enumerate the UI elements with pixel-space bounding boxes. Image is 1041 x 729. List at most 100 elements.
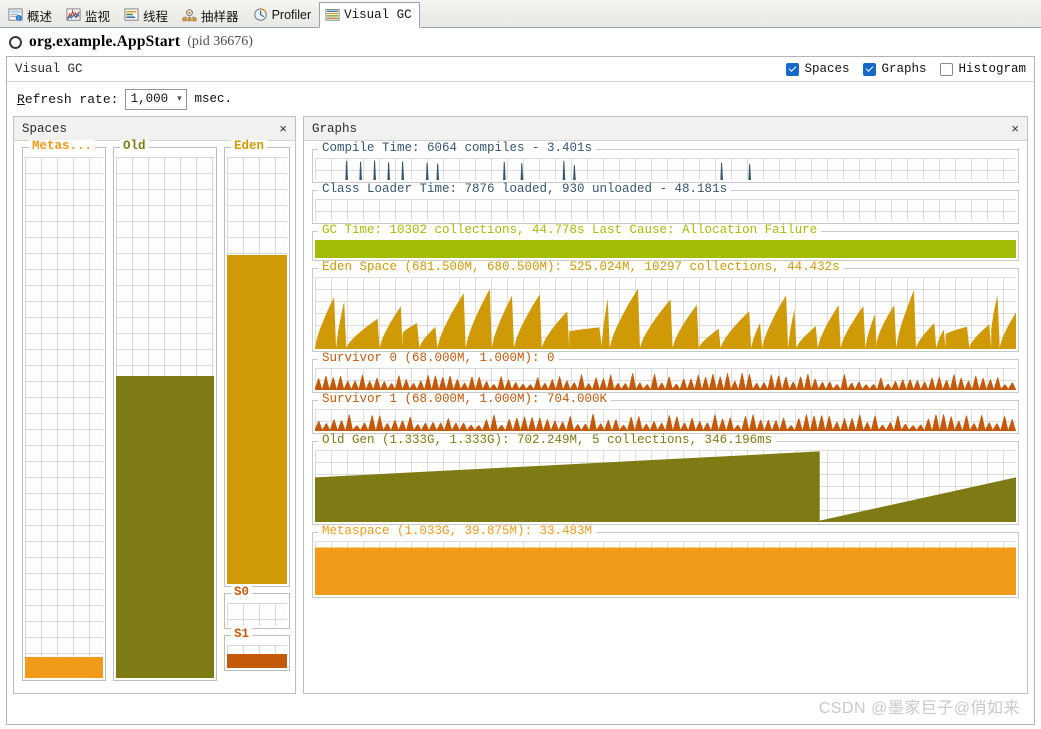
refresh-rate-value: 1,000	[130, 92, 169, 106]
graph-metaspace: Metaspace (1.033G, 39.875M): 33.483M	[312, 525, 1019, 598]
tab-label: 概述	[27, 9, 53, 24]
visual-gc-view-panel: Visual GC Spaces Graphs Histogram Refresh …	[6, 56, 1035, 725]
graph-eden-space: Eden Space (681.500M, 680.500M): 525.024…	[312, 261, 1019, 352]
graph-svg-gc-time	[315, 240, 1016, 258]
tab-sampler[interactable]: 抽样器	[176, 2, 247, 27]
space-label-survivor0: S0	[231, 586, 253, 599]
spaces-pane-header: Spaces ×	[14, 117, 295, 141]
graph-plot-compile-time	[315, 158, 1016, 180]
close-icon[interactable]: ×	[279, 122, 287, 135]
graph-label-metaspace: Metaspace (1.033G, 39.875M): 33.483M	[318, 525, 597, 538]
graph-series-survivor-1	[315, 413, 1016, 431]
space-metaspace: Metas...	[22, 140, 106, 681]
space-label-survivor1: S1	[231, 628, 253, 641]
application-header: org.example.AppStart (pid 36676)	[0, 28, 1041, 56]
checkbox-box-checked-icon[interactable]	[786, 62, 800, 76]
tab-label: Profiler	[271, 8, 312, 22]
application-pid: (pid 36676)	[187, 34, 253, 49]
close-icon[interactable]: ×	[1011, 122, 1019, 135]
tab-label: 抽样器	[201, 9, 239, 24]
graph-svg-class-loader-time	[315, 199, 1016, 221]
graph-series-compile-time	[345, 160, 752, 180]
tab-label: 监视	[85, 9, 111, 24]
profiler-clock-icon	[253, 8, 268, 22]
tab-label: 线程	[143, 9, 169, 24]
visualgc-icon	[325, 8, 340, 22]
svg-text:i: i	[18, 16, 19, 21]
space-grid-survivor0	[227, 603, 287, 626]
graph-survivor-0: Survivor 0 (68.000M, 1.000M): 0	[312, 352, 1019, 393]
graph-label-compile-time: Compile Time: 6064 compiles - 3.401s	[318, 142, 597, 155]
space-survivor0: S0	[224, 586, 290, 629]
space-label-eden: Eden	[231, 140, 268, 153]
refresh-rate-row: Refresh rate: 1,000 ▾ msec.	[7, 82, 1034, 116]
graph-old-gen: Old Gen (1.333G, 1.333G): 702.249M, 5 co…	[312, 434, 1019, 525]
checkbox-histogram[interactable]: Histogram	[940, 62, 1026, 76]
graph-plot-survivor-0	[315, 368, 1016, 390]
tab-overview[interactable]: i 概述	[2, 2, 60, 27]
spaces-pane-body: Metas... Old Eden S0 S1	[14, 140, 295, 693]
graph-svg-eden-space	[315, 288, 1016, 349]
graph-label-eden-space: Eden Space (681.500M, 680.500M): 525.024…	[318, 261, 844, 274]
ring-icon	[9, 35, 22, 49]
graph-label-old-gen: Old Gen (1.333G, 1.333G): 702.249M, 5 co…	[318, 434, 777, 447]
graphs-pane-body: Compile Time: 6064 compiles - 3.401s Clas…	[304, 141, 1027, 693]
refresh-rate-unit: msec.	[194, 92, 232, 106]
checkbox-label: Histogram	[958, 62, 1026, 76]
spaces-pane-title: Spaces	[22, 121, 68, 136]
graph-plot-metaspace	[315, 541, 1016, 595]
space-old: Old	[113, 140, 217, 681]
graph-series-gc-time	[315, 240, 1016, 258]
monitor-icon	[66, 8, 81, 22]
space-bar-old	[116, 375, 214, 678]
tab-threads[interactable]: 线程	[118, 2, 176, 27]
threads-icon	[124, 8, 139, 22]
checkbox-box-unchecked-icon[interactable]	[940, 62, 954, 76]
graph-gc-time: GC Time: 10302 collections, 44.778s Last…	[312, 224, 1019, 261]
space-label-metaspace: Metas...	[29, 140, 96, 153]
graph-plot-old-gen	[315, 450, 1016, 522]
checkbox-spaces[interactable]: Spaces	[786, 62, 849, 76]
spaces-pane: Spaces × Metas... Old Eden S0 S1	[13, 116, 296, 694]
view-title: Visual GC	[15, 62, 83, 76]
graph-series-old-gen	[315, 451, 1016, 522]
tab-label: Visual GC	[344, 8, 412, 22]
chevron-down-icon: ▾	[177, 94, 182, 104]
graph-plot-gc-time	[315, 240, 1016, 258]
graph-series-survivor-0	[315, 373, 1016, 390]
graph-plot-class-loader-time	[315, 199, 1016, 221]
refresh-mnemonic: R	[17, 91, 25, 107]
view-header: Visual GC Spaces Graphs Histogram	[7, 57, 1034, 82]
sampler-icon	[182, 8, 197, 22]
overview-icon: i	[8, 8, 23, 22]
space-survivor1: S1	[224, 628, 290, 671]
tab-profiler-clock[interactable]: Profiler	[247, 2, 320, 27]
tab-monitor[interactable]: 监视	[60, 2, 118, 27]
space-eden: Eden	[224, 140, 290, 587]
graph-class-loader-time: Class Loader Time: 7876 loaded, 930 unlo…	[312, 183, 1019, 224]
graph-svg-survivor-0	[315, 373, 1016, 390]
graph-label-survivor-1: Survivor 1 (68.000M, 1.000M): 704.000K	[318, 393, 612, 406]
checkbox-box-checked-icon[interactable]	[863, 62, 877, 76]
refresh-rate-select[interactable]: 1,000 ▾	[125, 88, 188, 110]
space-bar-eden	[227, 255, 287, 584]
graph-label-gc-time: GC Time: 10302 collections, 44.778s Last…	[318, 224, 822, 237]
graph-svg-metaspace	[315, 547, 1016, 595]
graphs-pane-header: Graphs ×	[304, 117, 1027, 141]
space-column-metaspace: Metas...	[22, 140, 106, 687]
graph-svg-compile-time	[345, 160, 752, 180]
graph-series-eden-space	[315, 288, 1016, 349]
space-grid-eden	[227, 157, 287, 584]
space-grid-survivor1	[227, 645, 287, 668]
space-grid-old	[116, 157, 214, 678]
graph-plot-survivor-1	[315, 409, 1016, 431]
graph-survivor-1: Survivor 1 (68.000M, 1.000M): 704.000K	[312, 393, 1019, 434]
graph-compile-time: Compile Time: 6064 compiles - 3.401s	[312, 142, 1019, 183]
checkbox-graphs[interactable]: Graphs	[863, 62, 926, 76]
graph-series-metaspace	[315, 547, 1016, 595]
graph-label-survivor-0: Survivor 0 (68.000M, 1.000M): 0	[318, 352, 559, 365]
checkbox-label: Spaces	[804, 62, 850, 76]
space-grid-metaspace	[25, 157, 103, 678]
tab-visualgc[interactable]: Visual GC	[319, 2, 420, 28]
space-bar-survivor1	[227, 653, 287, 668]
